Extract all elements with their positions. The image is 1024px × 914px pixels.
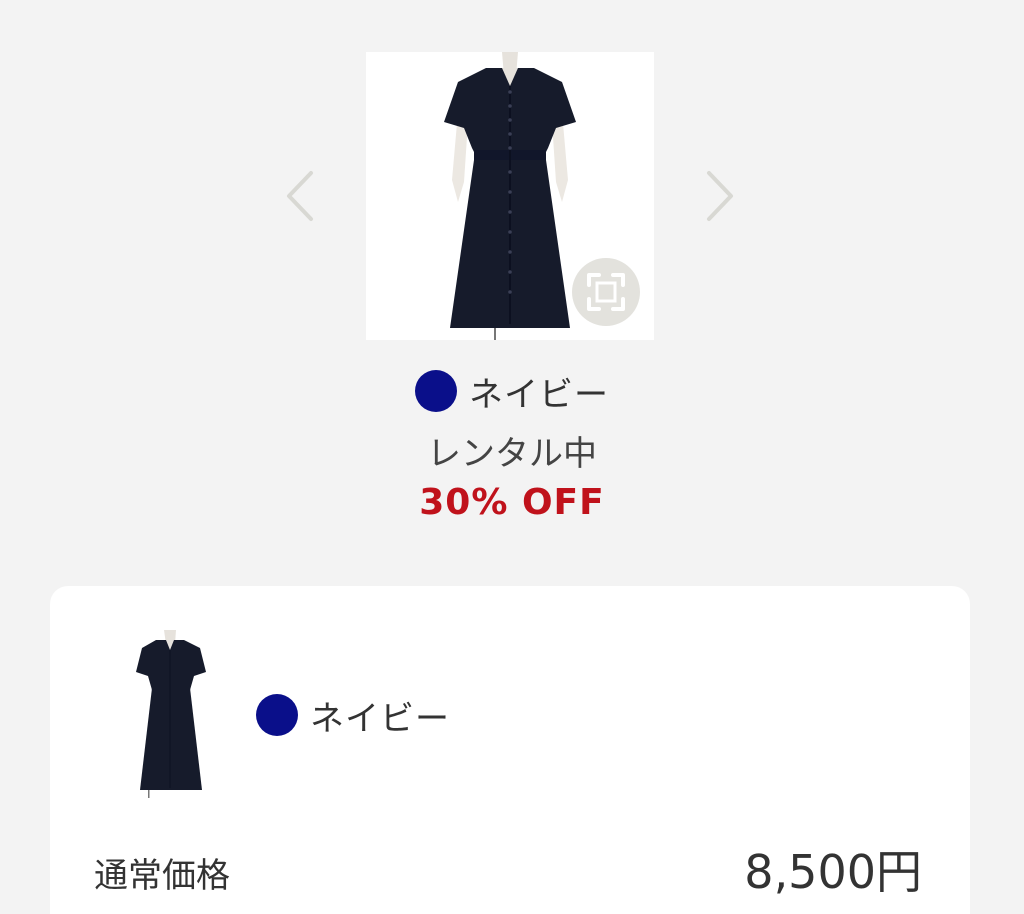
variant-color-name: ネイビー	[310, 698, 450, 739]
price-value: 8,500円	[744, 845, 922, 899]
variant-card: ネイビー 通常価格 8,500円	[50, 586, 970, 914]
rental-status: レンタル中	[427, 434, 597, 474]
selected-color: ネイビー	[0, 368, 1024, 415]
carousel-prev-button[interactable]	[280, 168, 320, 224]
price-label: 通常価格	[94, 856, 230, 896]
dress-thumbnail-image	[136, 630, 206, 798]
expand-icon	[587, 273, 625, 311]
image-carousel	[0, 0, 1024, 360]
variant-thumbnail[interactable]	[126, 630, 216, 800]
zoom-button[interactable]	[572, 258, 640, 326]
color-swatch	[415, 370, 457, 412]
carousel-next-button[interactable]	[700, 168, 740, 224]
product-detail-page: ネイビー レンタル中 30% OFF ネイビー 通常価格 8,500円	[0, 0, 1024, 914]
variant-color: ネイビー	[256, 692, 450, 739]
discount-badge: 30% OFF	[419, 482, 605, 523]
color-name: ネイビー	[469, 374, 609, 415]
color-swatch	[256, 694, 298, 736]
product-main-image[interactable]	[366, 52, 654, 340]
chevron-left-icon	[287, 171, 313, 221]
chevron-right-icon	[707, 171, 733, 221]
